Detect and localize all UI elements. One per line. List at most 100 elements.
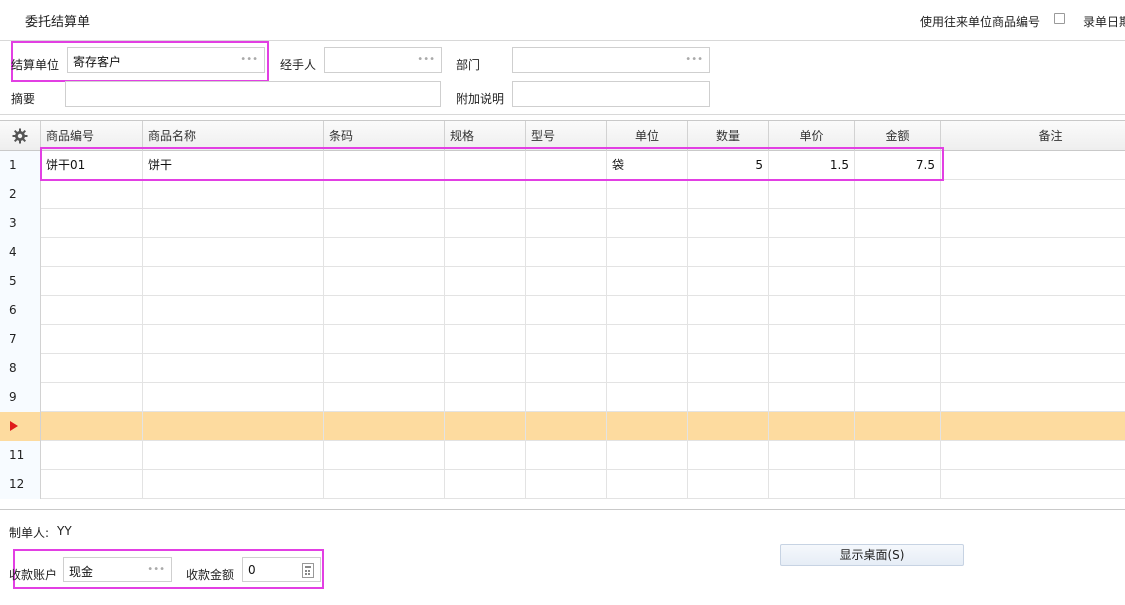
cell-qty[interactable] (688, 325, 769, 354)
cell-unit[interactable] (607, 383, 688, 412)
cell-note[interactable] (941, 238, 1125, 267)
ellipsis-icon[interactable]: ••• (417, 55, 435, 65)
cell-unit[interactable] (607, 412, 688, 441)
cell-name[interactable] (143, 441, 324, 470)
cell-spec[interactable] (445, 470, 526, 499)
cell-amount[interactable] (855, 441, 941, 470)
cell-qty[interactable] (688, 238, 769, 267)
ellipsis-icon[interactable]: ••• (147, 565, 165, 575)
cell-spec[interactable] (445, 238, 526, 267)
col-header-note[interactable]: 备注 (941, 121, 1125, 151)
cell-amount[interactable] (855, 238, 941, 267)
cell-model[interactable] (526, 325, 607, 354)
cell-code[interactable] (41, 180, 143, 209)
cell-spec[interactable] (445, 296, 526, 325)
cell-name[interactable] (143, 209, 324, 238)
cell-model[interactable] (526, 441, 607, 470)
handler-field[interactable]: ••• (324, 47, 442, 73)
cell-code[interactable] (41, 354, 143, 383)
cell-price[interactable] (769, 354, 855, 383)
cell-amount[interactable] (855, 209, 941, 238)
table-row[interactable]: 6 (0, 296, 1125, 325)
cell-unit[interactable] (607, 267, 688, 296)
cell-barcode[interactable] (324, 325, 445, 354)
cell-note[interactable] (941, 151, 1125, 180)
cell-barcode[interactable] (324, 296, 445, 325)
cell-model[interactable] (526, 180, 607, 209)
settle-unit-field[interactable]: 寄存客户 ••• (67, 47, 265, 73)
cell-amount[interactable] (855, 267, 941, 296)
cell-qty[interactable] (688, 412, 769, 441)
cell-qty[interactable] (688, 441, 769, 470)
cell-note[interactable] (941, 209, 1125, 238)
amount-field[interactable]: 0 (242, 557, 321, 582)
cell-model[interactable] (526, 412, 607, 441)
cell-model[interactable] (526, 267, 607, 296)
summary-field[interactable] (65, 81, 441, 107)
cell-amount[interactable] (855, 412, 941, 441)
cell-model[interactable] (526, 238, 607, 267)
cell-qty[interactable] (688, 470, 769, 499)
cell-model[interactable] (526, 354, 607, 383)
cell-model[interactable] (526, 296, 607, 325)
table-row[interactable]: 8 (0, 354, 1125, 383)
table-row[interactable] (0, 412, 1125, 441)
cell-qty[interactable] (688, 209, 769, 238)
cell-note[interactable] (941, 412, 1125, 441)
cell-amount[interactable] (855, 383, 941, 412)
cell-code[interactable] (41, 470, 143, 499)
cell-price[interactable] (769, 209, 855, 238)
cell-code[interactable] (41, 296, 143, 325)
cell-spec[interactable] (445, 180, 526, 209)
cell-price[interactable] (769, 180, 855, 209)
table-row[interactable]: 5 (0, 267, 1125, 296)
cell-code[interactable] (41, 267, 143, 296)
cell-spec[interactable] (445, 383, 526, 412)
show-desktop-button[interactable]: 显示桌面(S) (780, 544, 964, 566)
cell-qty[interactable] (688, 354, 769, 383)
table-row[interactable]: 7 (0, 325, 1125, 354)
dept-field[interactable]: ••• (512, 47, 710, 73)
cell-barcode[interactable] (324, 470, 445, 499)
cell-unit[interactable] (607, 441, 688, 470)
cell-note[interactable] (941, 267, 1125, 296)
cell-barcode[interactable] (324, 354, 445, 383)
cell-unit[interactable] (607, 470, 688, 499)
cell-price[interactable] (769, 441, 855, 470)
cell-note[interactable] (941, 325, 1125, 354)
table-row[interactable]: 12 (0, 470, 1125, 499)
table-row[interactable]: 2 (0, 180, 1125, 209)
cell-unit[interactable] (607, 180, 688, 209)
cell-name[interactable] (143, 470, 324, 499)
cell-spec[interactable] (445, 209, 526, 238)
cell-qty[interactable] (688, 383, 769, 412)
table-row[interactable]: 9 (0, 383, 1125, 412)
cell-model[interactable] (526, 383, 607, 412)
cell-barcode[interactable] (324, 209, 445, 238)
cell-qty[interactable] (688, 267, 769, 296)
cell-qty[interactable] (688, 296, 769, 325)
cell-name[interactable] (143, 180, 324, 209)
cell-name[interactable] (143, 296, 324, 325)
cell-price[interactable] (769, 470, 855, 499)
cell-code[interactable] (41, 383, 143, 412)
cell-name[interactable] (143, 354, 324, 383)
cell-barcode[interactable] (324, 441, 445, 470)
calculator-icon[interactable] (302, 563, 314, 578)
cell-spec[interactable] (445, 441, 526, 470)
cell-unit[interactable] (607, 238, 688, 267)
cell-amount[interactable] (855, 354, 941, 383)
cell-barcode[interactable] (324, 180, 445, 209)
cell-amount[interactable] (855, 180, 941, 209)
cell-amount[interactable] (855, 325, 941, 354)
table-row[interactable]: 11 (0, 441, 1125, 470)
ellipsis-icon[interactable]: ••• (240, 55, 258, 65)
cell-barcode[interactable] (324, 383, 445, 412)
use-partner-code-checkbox[interactable] (1054, 13, 1065, 24)
cell-price[interactable] (769, 412, 855, 441)
cell-name[interactable] (143, 383, 324, 412)
cell-note[interactable] (941, 441, 1125, 470)
cell-amount[interactable] (855, 470, 941, 499)
cell-barcode[interactable] (324, 412, 445, 441)
table-row[interactable]: 3 (0, 209, 1125, 238)
